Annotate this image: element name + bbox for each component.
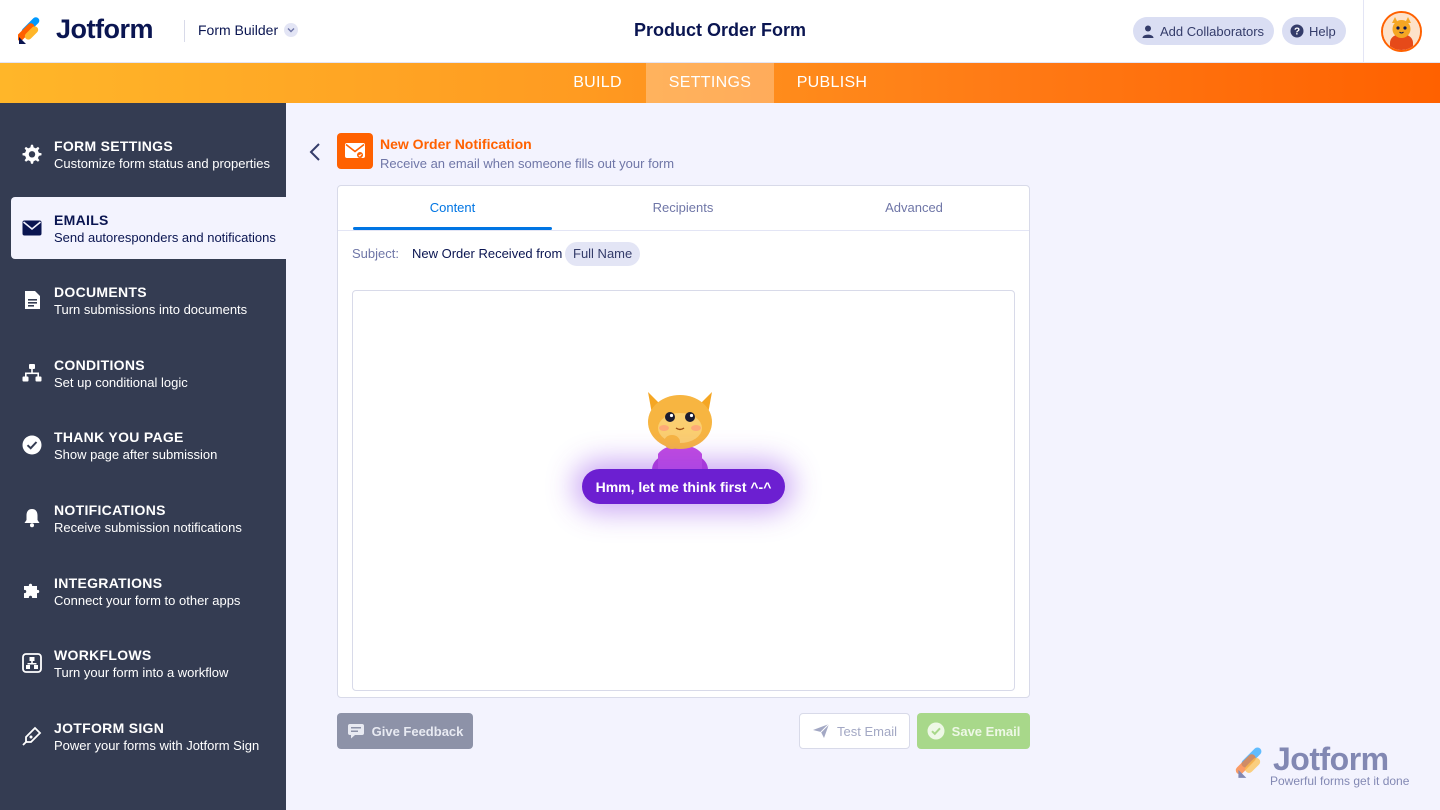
sidebar-item-jotform-sign[interactable]: JOTFORM SIGN Power your forms with Jotfo… [0,705,286,767]
sidebar-item-subtitle: Send autoresponders and notifications [54,229,276,245]
full-name-field-chip[interactable]: Full Name [565,242,641,266]
give-feedback-label: Give Feedback [371,723,464,739]
sidebar-item-title: WORKFLOWS [54,646,152,663]
check-circle-icon [21,434,43,456]
tab-divider [338,230,1029,231]
help-label: Help [1309,23,1336,39]
sidebar-item-thank-you-page[interactable]: THANK YOU PAGE Show page after submissio… [0,414,286,476]
puzzle-icon [21,580,43,602]
feedback-icon [347,722,365,740]
sidebar-item-title: DOCUMENTS [54,283,147,300]
tab-build[interactable]: BUILD [549,63,646,103]
add-collaborators-label: Add Collaborators [1160,23,1265,39]
gear-icon [21,143,43,165]
header-divider [184,20,185,42]
back-button[interactable] [305,140,325,164]
document-icon [21,289,43,311]
check-circle-icon [927,722,945,740]
user-icon [1141,24,1155,38]
sidebar-item-workflows[interactable]: WORKFLOWS Turn your form into a workflow [0,632,286,694]
sidebar-item-title: EMAILS [54,211,109,228]
sidebar-item-title: FORM SETTINGS [54,137,174,154]
add-collaborators-button[interactable]: Add Collaborators [1133,17,1275,45]
sidebar-item-subtitle: Turn your form into a workflow [54,664,229,680]
subject-input[interactable]: New Order Received from [412,246,562,261]
tab-settings[interactable]: SETTINGS [646,63,774,103]
cat-mascot-illustration [638,384,722,470]
tab-recipients[interactable]: Recipients [568,186,798,230]
workflow-icon [21,652,43,674]
watermark-brand: Jotform [1273,741,1389,777]
sidebar-item-subtitle: Power your forms with Jotform Sign [54,737,260,753]
chevron-down-icon [284,23,299,37]
sidebar-item-subtitle: Customize form status and properties [54,155,271,171]
jotform-logo-icon [16,15,44,45]
envelope-icon [21,217,43,239]
sidebar-item-subtitle: Receive submission notifications [54,519,242,535]
test-email-button[interactable]: Test Email [799,713,910,749]
watermark-tagline: Powerful forms get it done [1270,774,1410,788]
settings-sidebar: FORM SETTINGS Customize form status and … [0,103,286,810]
sidebar-item-title: CONDITIONS [54,356,145,373]
tab-content[interactable]: Content [353,186,552,230]
form-builder-dropdown[interactable]: Form Builder [198,22,299,38]
sidebar-item-emails[interactable]: EMAILS Send autoresponders and notificat… [11,197,286,259]
sidebar-item-subtitle: Connect your form to other apps [54,592,241,608]
sidebar-item-title: NOTIFICATIONS [54,501,166,518]
question-icon: ? [1290,24,1304,38]
sidebar-item-integrations[interactable]: INTEGRATIONS Connect your form to other … [0,560,286,622]
top-header: Jotform Form Builder Product Order Form … [0,0,1440,63]
jotform-watermark: Jotform Powerful forms get it done [1233,741,1413,793]
pen-icon [21,725,43,747]
hierarchy-icon [21,362,43,384]
jotform-logo-icon [1235,747,1262,778]
email-notification-icon [337,133,373,169]
thinking-indicator: Hmm, let me think first ^-^ [582,469,785,504]
help-button[interactable]: ? Help [1282,17,1346,45]
tab-advanced[interactable]: Advanced [798,186,1030,230]
sidebar-item-subtitle: Turn submissions into documents [54,301,248,317]
chevron-left-icon [309,143,320,161]
give-feedback-button[interactable]: Give Feedback [337,713,473,749]
brand-name: Jotform [56,14,154,44]
email-editor-panel: Content Recipients Advanced Subject: New… [337,185,1030,698]
sidebar-item-documents[interactable]: DOCUMENTS Turn submissions into document… [0,269,286,331]
save-email-label: Save Email [951,723,1021,739]
sidebar-item-title: INTEGRATIONS [54,574,163,591]
svg-text:?: ? [1294,27,1300,38]
save-email-button[interactable]: Save Email [917,713,1030,749]
jotform-logo[interactable]: Jotform [16,14,154,45]
form-builder-label: Form Builder [198,22,279,38]
test-email-label: Test Email [837,723,897,739]
notification-subtitle: Receive an email when someone fills out … [380,156,675,171]
header-divider-right [1363,0,1364,63]
sidebar-item-subtitle: Show page after submission [54,446,218,462]
paper-plane-icon [812,722,830,740]
sidebar-item-title: THANK YOU PAGE [54,428,184,445]
sidebar-item-subtitle: Set up conditional logic [54,374,188,390]
main-tab-bar: BUILD SETTINGS PUBLISH [0,63,1440,103]
subject-label: Subject: [352,246,399,261]
avatar[interactable] [1381,11,1422,52]
tab-publish[interactable]: PUBLISH [774,63,890,103]
sidebar-item-title: JOTFORM SIGN [54,719,165,736]
sidebar-item-form-settings[interactable]: FORM SETTINGS Customize form status and … [0,123,286,185]
bell-icon [21,507,43,529]
notification-title: New Order Notification [380,136,532,152]
email-body-editor[interactable]: Hmm, let me think first ^-^ [352,290,1015,691]
sidebar-item-conditions[interactable]: CONDITIONS Set up conditional logic [0,342,286,404]
sidebar-item-notifications[interactable]: NOTIFICATIONS Receive submission notific… [0,487,286,549]
